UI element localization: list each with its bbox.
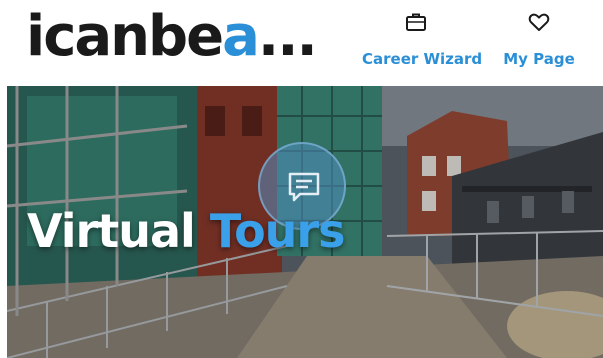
logo-text: icanbe [26, 4, 224, 69]
nav-my-page[interactable]: My Page [503, 10, 575, 68]
logo-text-accent: a [222, 4, 260, 69]
hero-title-tours: Tours [209, 204, 346, 258]
site-header: icanbea... Career Wizard My Page [0, 0, 603, 86]
nav-my-page-label: My Page [503, 50, 575, 68]
hero-banner[interactable]: Virtual Tours [7, 86, 603, 358]
briefcase-icon [362, 10, 470, 38]
heart-icon [503, 10, 575, 38]
hero-title-virtual: Virtual [27, 204, 196, 258]
nav-career-wizard-label: Career Wizard [362, 50, 483, 68]
hero-title: Virtual Tours [27, 204, 345, 258]
logo-dots: ... [257, 4, 318, 69]
nav-career-wizard[interactable]: Career Wizard [362, 10, 483, 68]
chat-icon [288, 172, 320, 202]
site-logo[interactable]: icanbea... [26, 2, 318, 72]
